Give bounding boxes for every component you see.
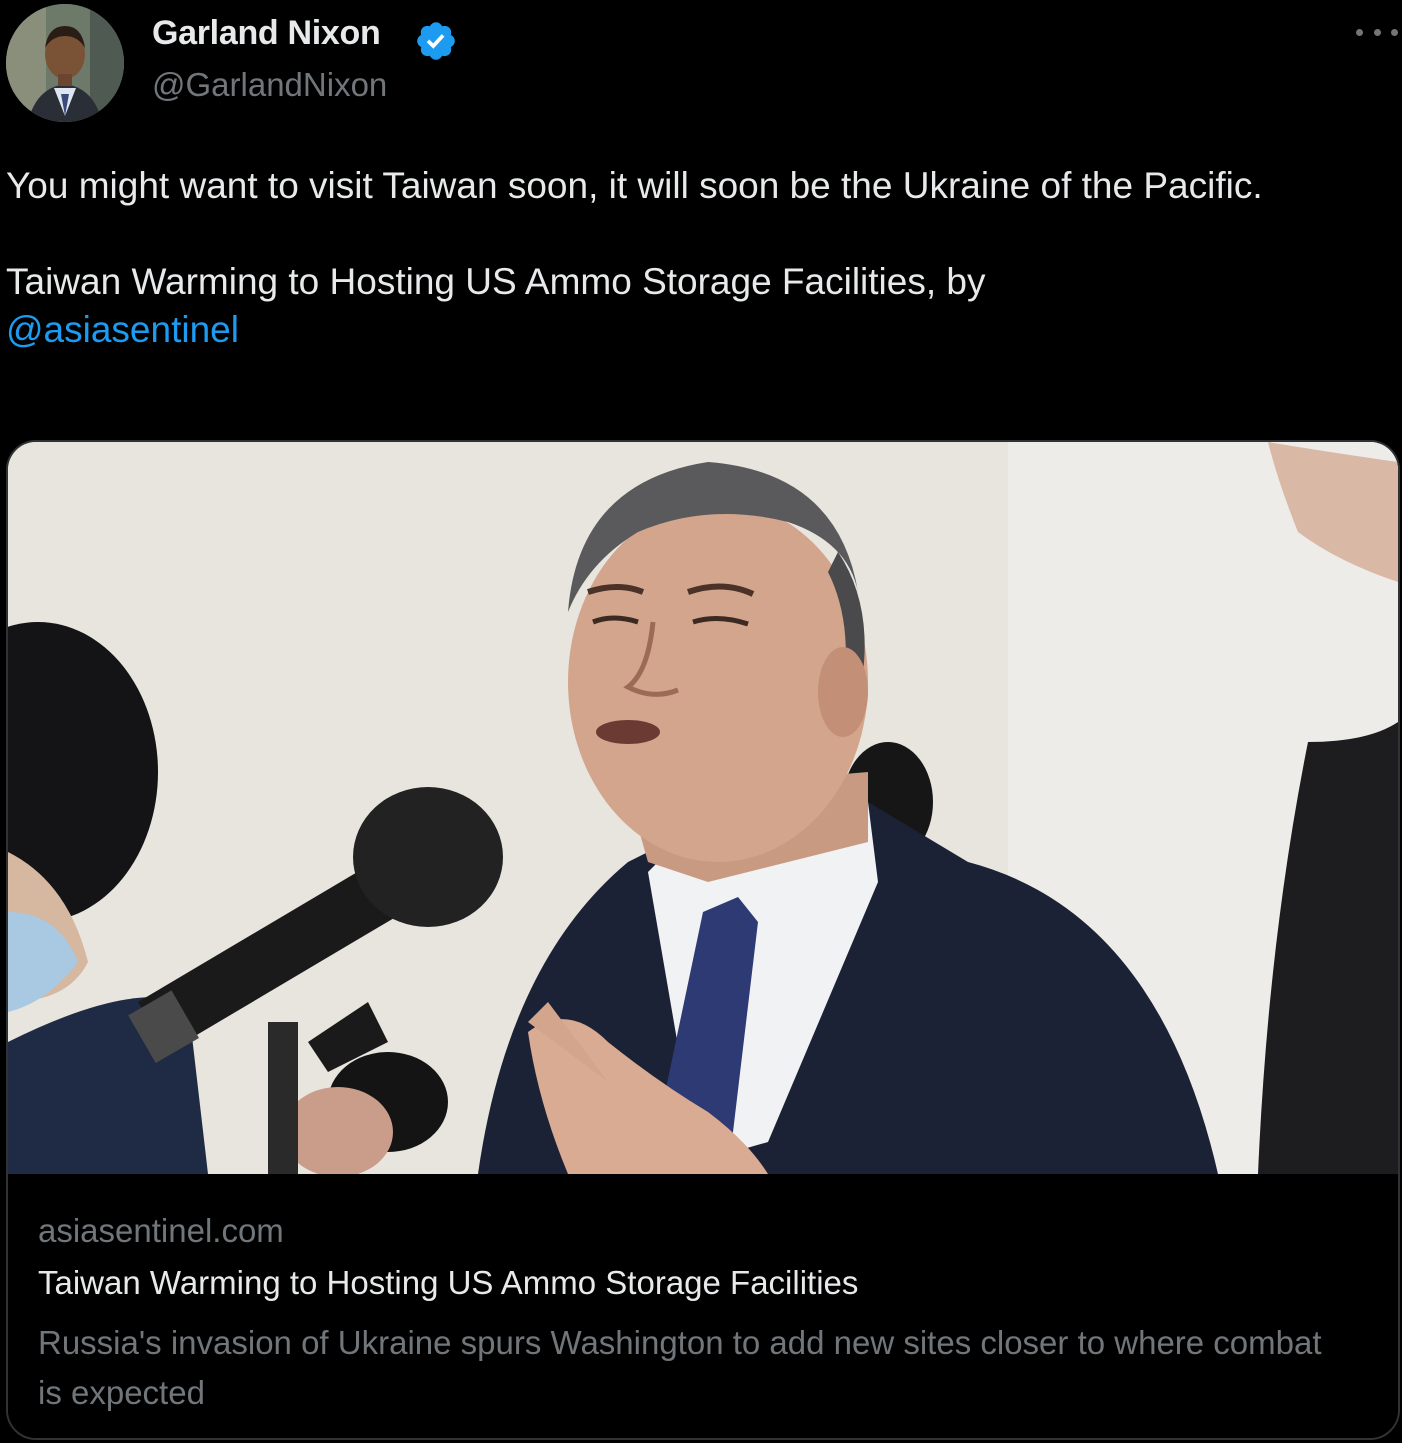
- card-meta[interactable]: asiasentinel.com Taiwan Warming to Hosti…: [8, 1174, 1398, 1438]
- tweet[interactable]: Garland Nixon @GarlandNixon You might wa…: [0, 0, 1402, 1443]
- card-image[interactable]: [8, 442, 1398, 1174]
- author-avatar[interactable]: [6, 4, 124, 122]
- card-domain: asiasentinel.com: [38, 1212, 284, 1249]
- dot: [1391, 28, 1398, 36]
- dot: [1373, 28, 1381, 36]
- tweet-text-span: Taiwan Warming to Hosting US Ammo Storag…: [6, 261, 986, 302]
- author-name[interactable]: Garland Nixon: [152, 14, 381, 53]
- dot: [1356, 28, 1363, 36]
- tweet-text-line: You might want to visit Taiwan soon, it …: [6, 165, 1263, 206]
- tweet-text-line: Taiwan Warming to Hosting US Ammo Storag…: [6, 258, 1386, 354]
- mention-link[interactable]: @asiasentinel: [6, 309, 239, 350]
- card-description: Russia's invasion of Ukraine spurs Washi…: [38, 1324, 1322, 1411]
- card-title[interactable]: Taiwan Warming to Hosting US Ammo Storag…: [38, 1264, 858, 1302]
- author-handle[interactable]: @GarlandNixon: [152, 66, 387, 104]
- tweet-text: You might want to visit Taiwan soon, it …: [6, 162, 1386, 354]
- verified-badge-icon: [417, 22, 455, 60]
- more-options-icon[interactable]: [1356, 22, 1398, 42]
- link-preview-card[interactable]: asiasentinel.com Taiwan Warming to Hosti…: [6, 440, 1400, 1440]
